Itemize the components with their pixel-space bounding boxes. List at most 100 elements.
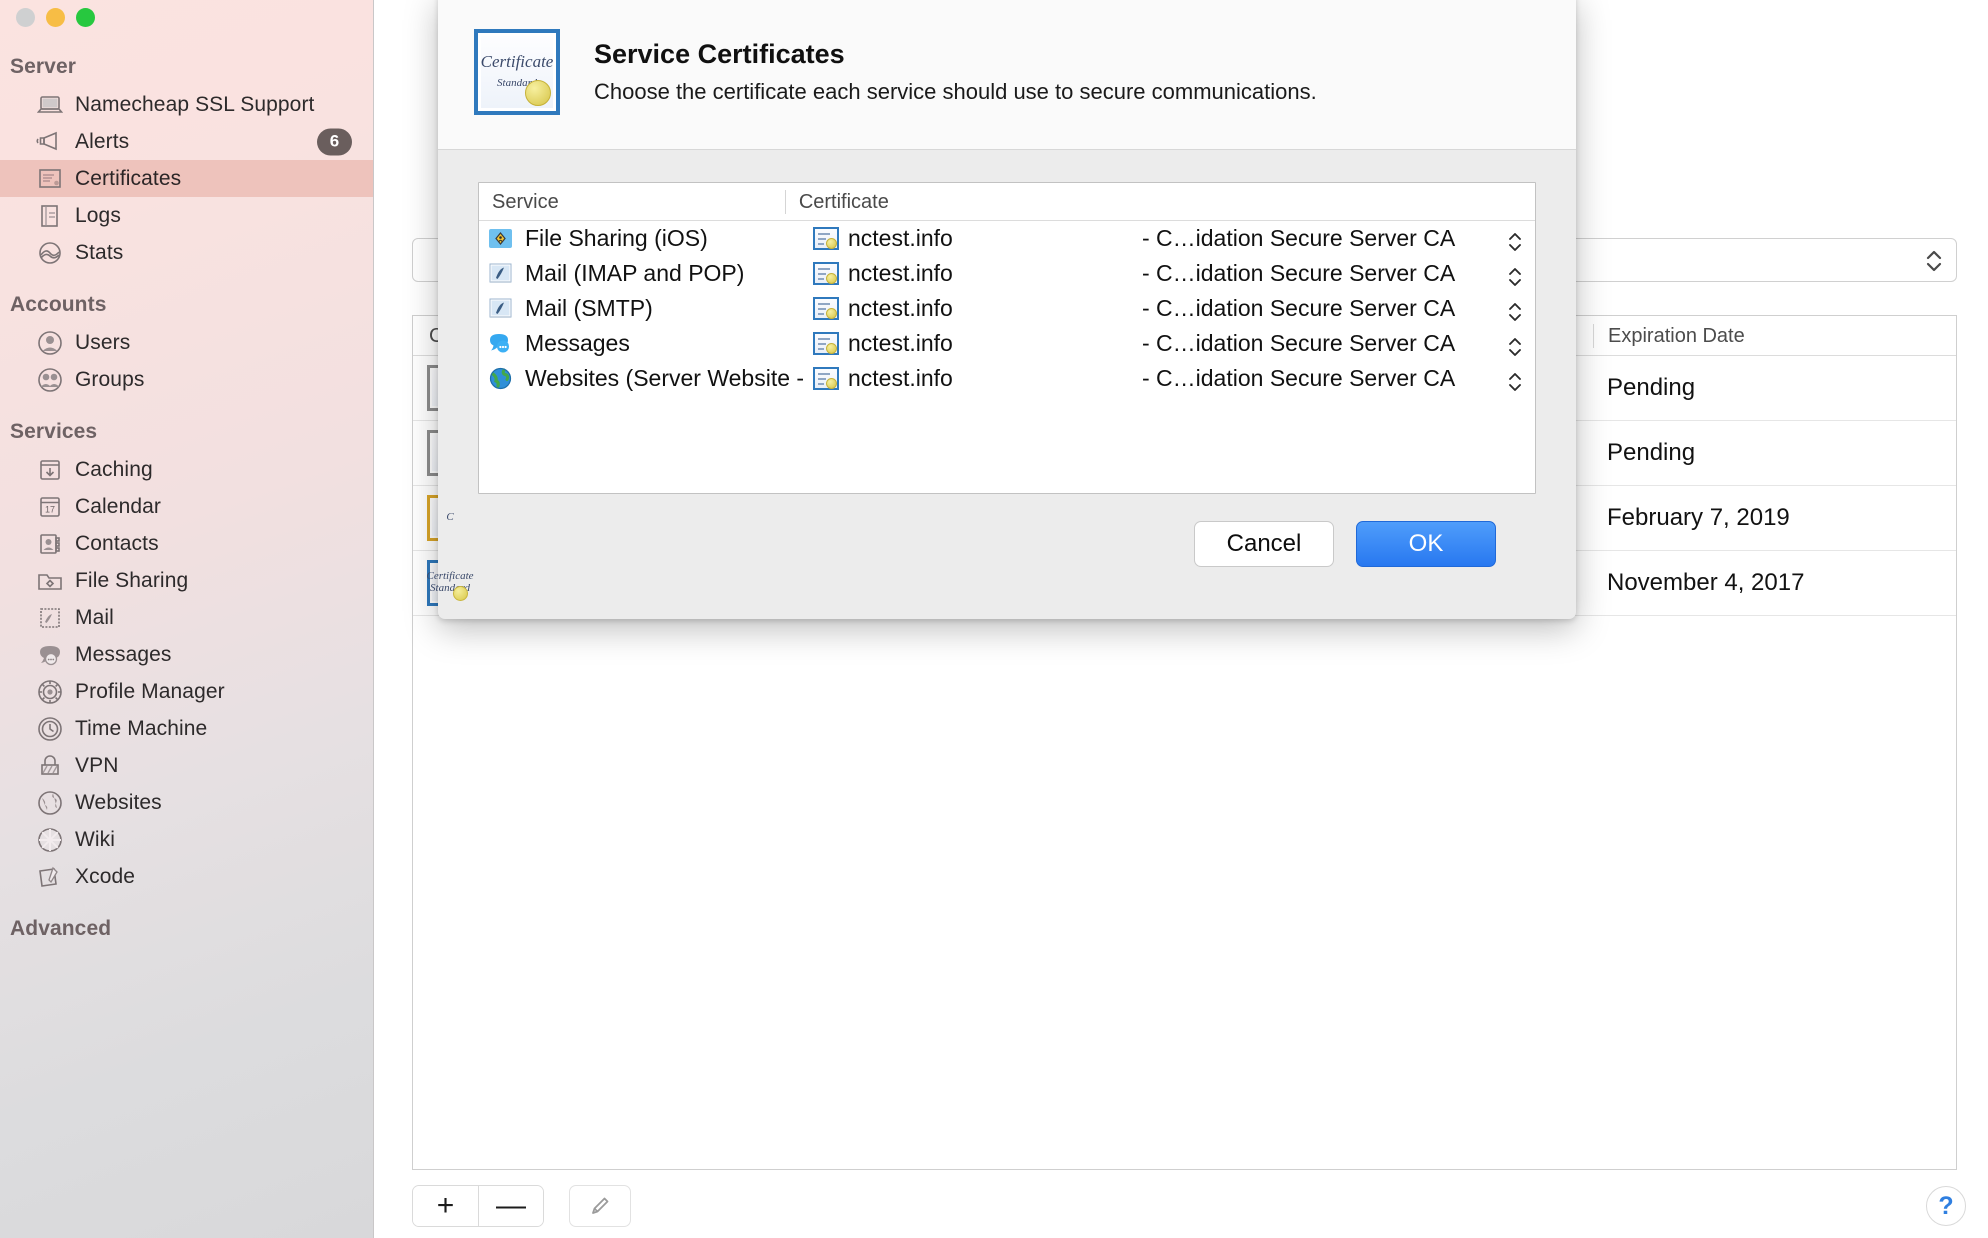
column-header-service[interactable]: Service	[479, 190, 785, 214]
sidebar-item-label: Certificates	[75, 167, 181, 191]
sidebar-item-file-sharing[interactable]: File Sharing	[0, 562, 374, 599]
certificate-mini-icon	[813, 367, 839, 390]
stats-icon	[36, 239, 64, 267]
cell-expiration: Pending	[1593, 439, 1956, 467]
service-cell: Mail (IMAP and POP)	[487, 260, 807, 287]
close-window-button[interactable]	[16, 8, 35, 27]
service-cell: Mail (SMTP)	[487, 295, 807, 322]
certificate-popup-cell[interactable]: nctest.info - C…idation Secure Server CA	[807, 225, 1535, 252]
column-header-certificate[interactable]: Certificate	[785, 190, 1535, 214]
dialog-subtitle: Choose the certificate each service shou…	[594, 79, 1317, 105]
table-row[interactable]: Messages nctest.info - C…idation Secure …	[479, 326, 1535, 361]
add-remove-segmented-control[interactable]: + —	[412, 1185, 544, 1227]
zoom-window-button[interactable]	[76, 8, 95, 27]
caching-icon	[36, 456, 64, 484]
table-row[interactable]: File Sharing (iOS) nctest.info - C…idati…	[479, 221, 1535, 256]
sidebar: Server Namecheap SSL Support	[0, 0, 374, 1238]
certificate-popup-cell[interactable]: nctest.info - C…idation Secure Server CA	[807, 260, 1535, 287]
megaphone-icon	[36, 128, 64, 156]
messages-icon	[36, 641, 64, 669]
service-label: Mail (IMAP and POP)	[525, 260, 744, 287]
dialog-header-text: Service Certificates Choose the certific…	[594, 39, 1317, 105]
certificate-seal-icon	[525, 80, 551, 106]
sidebar-group-advanced[interactable]: Advanced	[0, 895, 374, 948]
sidebar-item-xcode[interactable]: Xcode	[0, 858, 374, 895]
chevron-updown-icon[interactable]	[1505, 227, 1525, 257]
certificate-icon-line1: Certificate	[481, 52, 554, 71]
dialog-title: Service Certificates	[594, 39, 1317, 70]
certificate-name: nctest.info	[848, 330, 953, 357]
chevron-updown-icon[interactable]	[1505, 367, 1525, 397]
sidebar-item-certificates[interactable]: Certificates	[0, 160, 374, 197]
certificate-icon	[36, 165, 64, 193]
sidebar-item-users[interactable]: Users	[0, 324, 374, 361]
app-window: Se C Expiration Date	[0, 0, 1988, 1238]
sidebar-item-wiki[interactable]: Wiki	[0, 821, 374, 858]
help-button[interactable]: ?	[1926, 1186, 1966, 1226]
certificate-issuer: - C…idation Secure Server CA	[1142, 330, 1455, 357]
certificate-issuer: - C…idation Secure Server CA	[1142, 295, 1455, 322]
sidebar-item-calendar[interactable]: 17 Calendar	[0, 488, 374, 525]
certificate-popup-cell[interactable]: nctest.info - C…idation Secure Server CA	[807, 330, 1535, 357]
sidebar-item-stats[interactable]: Stats	[0, 234, 374, 271]
chevron-updown-icon[interactable]	[1505, 332, 1525, 362]
service-cell: Messages	[487, 330, 807, 357]
sidebar-item-label: VPN	[75, 754, 118, 778]
remove-certificate-button[interactable]: —	[478, 1186, 543, 1226]
table-row[interactable]: Websites (Server Website - S… nctest.inf…	[479, 361, 1535, 396]
cell-expiration: Pending	[1593, 374, 1956, 402]
mail-stamp-icon	[487, 295, 514, 322]
sidebar-item-websites[interactable]: Websites	[0, 784, 374, 821]
sidebar-item-vpn[interactable]: VPN	[0, 747, 374, 784]
chevron-updown-icon[interactable]	[1505, 297, 1525, 327]
alerts-badge: 6	[317, 128, 352, 155]
sidebar-item-caching[interactable]: Caching	[0, 451, 374, 488]
service-certificates-table[interactable]: Service Certificate	[478, 182, 1536, 494]
chevron-updown-icon[interactable]	[1505, 262, 1525, 292]
cancel-button[interactable]: Cancel	[1194, 521, 1334, 567]
profile-manager-icon	[36, 678, 64, 706]
sidebar-item-label: Users	[75, 331, 130, 355]
edit-certificate-button[interactable]	[569, 1185, 631, 1227]
logs-icon	[36, 202, 64, 230]
sidebar-item-label: Calendar	[75, 495, 161, 519]
sidebar-item-label: Time Machine	[75, 717, 207, 741]
cell-expiration: November 4, 2017	[1593, 569, 1956, 597]
sidebar-item-groups[interactable]: Groups	[0, 361, 374, 398]
sidebar-item-mail[interactable]: Mail	[0, 599, 374, 636]
certificate-popup-cell[interactable]: nctest.info - C…idation Secure Server CA	[807, 295, 1535, 322]
add-certificate-button[interactable]: +	[413, 1186, 478, 1226]
service-table-header: Service Certificate	[479, 183, 1535, 221]
sidebar-item-label: Alerts	[75, 130, 129, 154]
sidebar-group-accounts: Accounts	[0, 271, 374, 324]
sidebar-item-logs[interactable]: Logs	[0, 197, 374, 234]
sidebar-item-alerts[interactable]: Alerts 6	[0, 123, 374, 160]
table-row[interactable]: Mail (IMAP and POP) nctest.info - C…idat…	[479, 256, 1535, 291]
sidebar-item-label: Profile Manager	[75, 680, 225, 704]
calendar-icon: 17	[36, 493, 64, 521]
group-icon	[36, 366, 64, 394]
certificate-popup-cell[interactable]: nctest.info - C…idation Secure Server CA	[807, 365, 1535, 392]
sidebar-item-profile-manager[interactable]: Profile Manager	[0, 673, 374, 710]
contacts-icon	[36, 530, 64, 558]
time-machine-icon	[36, 715, 64, 743]
sidebar-item-messages[interactable]: Messages	[0, 636, 374, 673]
sidebar-item-label: File Sharing	[75, 569, 188, 593]
certificate-mini-icon	[813, 262, 839, 285]
pencil-icon	[587, 1193, 613, 1219]
ok-button[interactable]: OK	[1356, 521, 1496, 567]
minimize-window-button[interactable]	[46, 8, 65, 27]
dialog-footer: Cancel OK	[478, 494, 1536, 567]
sidebar-item-namecheap-ssl-support[interactable]: Namecheap SSL Support	[0, 86, 374, 123]
sidebar-item-contacts[interactable]: Contacts	[0, 525, 374, 562]
xcode-hammer-icon	[36, 863, 64, 891]
table-row[interactable]: Mail (SMTP) nctest.info - C…idation Secu…	[479, 291, 1535, 326]
chevron-updown-icon[interactable]	[1924, 246, 1944, 276]
sidebar-item-time-machine[interactable]: Time Machine	[0, 710, 374, 747]
certificate-issuer: - C…idation Secure Server CA	[1142, 365, 1455, 392]
service-certificates-dialog: Certificate Standard Service Certificate…	[438, 0, 1576, 619]
globe-icon	[487, 365, 514, 392]
certificate-mini-icon	[813, 332, 839, 355]
certificate-mini-icon	[813, 297, 839, 320]
column-header-expiration[interactable]: Expiration Date	[1593, 324, 1956, 348]
